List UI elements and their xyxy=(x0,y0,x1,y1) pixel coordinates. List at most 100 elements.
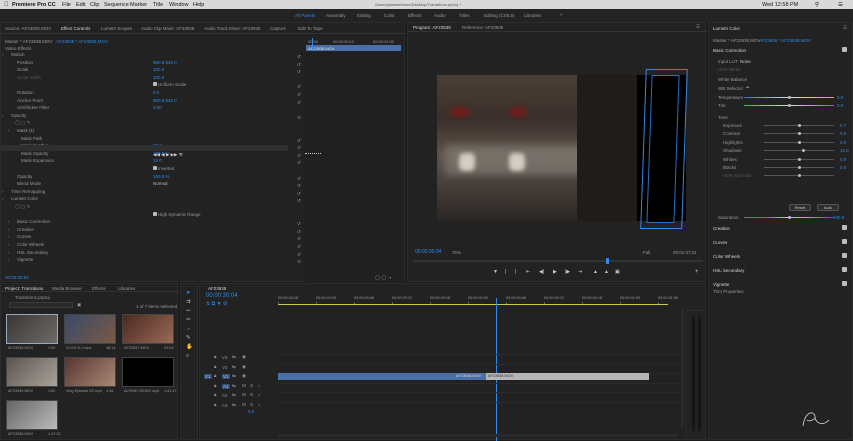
workspace-all-panels[interactable]: All Panels xyxy=(295,13,315,18)
marker-icon[interactable]: ▼ xyxy=(493,269,498,275)
saturation-value[interactable]: 100.0 xyxy=(833,215,844,220)
track-mute[interactable]: M xyxy=(242,392,246,397)
reset-parameter-icon[interactable]: ↺ xyxy=(297,244,301,250)
hand-tool-icon[interactable]: ✋ xyxy=(186,344,193,350)
reset-parameter-icon[interactable]: ↺ xyxy=(297,62,301,68)
workspace-effects[interactable]: Effects xyxy=(408,13,422,18)
lumetri-section-label[interactable]: Vignette xyxy=(713,282,729,287)
razor-tool-icon[interactable]: ✂ xyxy=(186,317,191,323)
ec-disclosure-icon[interactable]: › xyxy=(8,242,10,247)
ec-timecode[interactable]: 00:00:30:04 xyxy=(5,275,29,280)
ec-checkbox[interactable] xyxy=(153,211,157,216)
go-to-out-icon[interactable]: ⇥ xyxy=(578,269,582,275)
workspace-titles[interactable]: Titles xyxy=(459,13,470,18)
project-item-name[interactable]: AF23938.MOV xyxy=(8,432,33,436)
export-frame-icon[interactable]: ▣ xyxy=(615,269,620,275)
menu-window[interactable]: Window xyxy=(169,2,189,8)
tone-slider-knob[interactable] xyxy=(798,166,801,169)
project-item-thumbnail[interactable] xyxy=(64,357,116,387)
lumetri-menu-icon[interactable]: ☰ xyxy=(843,25,847,31)
lumetri-section-label[interactable]: Color Wheels xyxy=(713,254,740,259)
project-item-thumbnail[interactable] xyxy=(122,314,174,344)
ec-master-clip[interactable]: Master * AF23938.MOV xyxy=(5,39,53,44)
lumetri-clip[interactable]: AF23938 * AF23938.MOV xyxy=(759,38,811,43)
tone-row-value[interactable]: 0.0 xyxy=(840,131,846,136)
apple-icon[interactable]:  xyxy=(4,2,9,8)
lumetri-section-checkbox[interactable] xyxy=(842,225,847,230)
workspace-color[interactable]: Color xyxy=(384,13,395,18)
clock[interactable]: Wed 12:58 PM xyxy=(762,2,798,8)
track-lane[interactable] xyxy=(278,402,688,409)
tint-value[interactable]: 0.0 xyxy=(837,103,843,108)
ec-disclosure-icon[interactable]: › xyxy=(8,234,10,239)
menu-list-icon[interactable]: ☰ xyxy=(838,2,843,8)
ec-disclosure-icon[interactable]: › xyxy=(2,113,4,118)
reset-parameter-icon[interactable]: ↺ xyxy=(297,176,301,182)
project-search-input[interactable] xyxy=(9,302,73,308)
menu-edit[interactable]: Edit xyxy=(76,2,85,8)
opacity-mask-tools[interactable]: ◯ ▢ ✎ xyxy=(15,120,31,126)
reset-parameter-icon[interactable]: ↺ xyxy=(297,92,301,98)
eyedropper-icon[interactable]: ✒ xyxy=(746,85,750,91)
tint-slider[interactable] xyxy=(744,104,834,107)
ec-row-value[interactable]: Uniform Scale xyxy=(158,82,186,87)
tab-source[interactable]: Source: AF23938.MOV xyxy=(5,26,51,31)
workspace-editing-cs55[interactable]: Editing (CS5.5) xyxy=(484,13,515,18)
project-item-thumbnail[interactable] xyxy=(122,357,174,387)
reset-parameter-icon[interactable]: ↺ xyxy=(297,221,301,227)
workspace-editing[interactable]: Editing xyxy=(357,13,371,18)
ec-disclosure-icon[interactable]: › xyxy=(2,52,4,57)
track-lock-icon[interactable]: 🔒︎ xyxy=(214,383,216,388)
track-select-tool-icon[interactable]: ⇉ xyxy=(186,299,191,305)
reset-parameter-icon[interactable]: ↺ xyxy=(297,259,301,265)
reset-parameter-icon[interactable]: ↺ xyxy=(297,84,301,90)
tab-timeline[interactable]: AF23938 xyxy=(208,286,226,291)
track-target[interactable]: A3 xyxy=(222,403,228,408)
lumetri-section-label[interactable]: Curves xyxy=(713,240,727,245)
ec-checkbox[interactable] xyxy=(153,82,157,87)
tab-capture[interactable]: Capture xyxy=(270,26,286,31)
reset-parameter-icon[interactable]: ↺ xyxy=(297,100,301,106)
ec-disclosure-icon[interactable]: › xyxy=(8,227,10,232)
reset-button[interactable]: Reset xyxy=(789,204,811,211)
track-mic-icon[interactable]: ♪ xyxy=(258,402,260,407)
workspace-libraries[interactable]: Libraries xyxy=(524,13,541,18)
track-sync-icon[interactable]: ⇆ xyxy=(232,364,236,370)
tone-slider[interactable] xyxy=(764,174,834,178)
lumetri-master[interactable]: Master * AF23938.MOV xyxy=(713,38,761,43)
temperature-slider[interactable] xyxy=(744,96,834,99)
track-target[interactable]: V1 xyxy=(222,374,230,380)
ec-row-value[interactable]: Inverted xyxy=(158,166,174,171)
auto-button[interactable]: Auto xyxy=(817,204,839,211)
ec-row-value[interactable]: 960.0 540.0 xyxy=(153,60,177,65)
tab-project[interactable]: Project: Transitions xyxy=(5,286,43,291)
mask-outline[interactable] xyxy=(640,69,688,229)
master-volume[interactable]: 0.0 xyxy=(248,409,254,414)
tone-slider[interactable] xyxy=(764,166,834,169)
track-target[interactable]: V2 xyxy=(222,365,228,370)
tab-audio-clip-mixer[interactable]: Audio Clip Mixer: AF23938 xyxy=(141,26,194,31)
ec-disclosure-icon[interactable]: › xyxy=(8,219,10,224)
program-playhead[interactable] xyxy=(606,258,609,264)
lumetri-section-checkbox[interactable] xyxy=(842,267,847,272)
reset-parameter-icon[interactable]: ↺ xyxy=(297,191,301,197)
add-button-icon[interactable]: + xyxy=(695,269,699,275)
saturation-slider[interactable] xyxy=(744,216,834,219)
tone-slider-knob[interactable] xyxy=(802,149,805,153)
lumetri-section-label[interactable]: Creative xyxy=(713,226,730,231)
project-item-thumbnail[interactable] xyxy=(6,357,58,387)
track-target[interactable]: V3 xyxy=(222,355,228,360)
track-mute[interactable]: M xyxy=(242,383,246,388)
ec-disclosure-icon[interactable]: › xyxy=(8,128,10,133)
basic-correction-checkbox[interactable] xyxy=(842,47,847,52)
tab-effect-controls[interactable]: Effect Controls xyxy=(61,26,90,31)
tab-effects[interactable]: Effects xyxy=(92,286,106,291)
track-lock-icon[interactable]: 🔒︎ xyxy=(214,373,216,378)
menu-marker[interactable]: Marker xyxy=(130,2,147,8)
ec-disclosure-icon[interactable]: › xyxy=(8,250,10,255)
timeline-tool-icons[interactable]: ⇅ ⧉ ▼ ⚙ xyxy=(206,301,227,307)
track-mic-icon[interactable]: ♪ xyxy=(258,392,260,397)
mask-track-buttons[interactable]: ◀◀ ◀ ▶ ▶▶ ⚒ xyxy=(153,152,183,158)
temperature-value[interactable]: 0.0 xyxy=(837,95,843,100)
timeline-scrollbar-v[interactable] xyxy=(681,308,684,428)
